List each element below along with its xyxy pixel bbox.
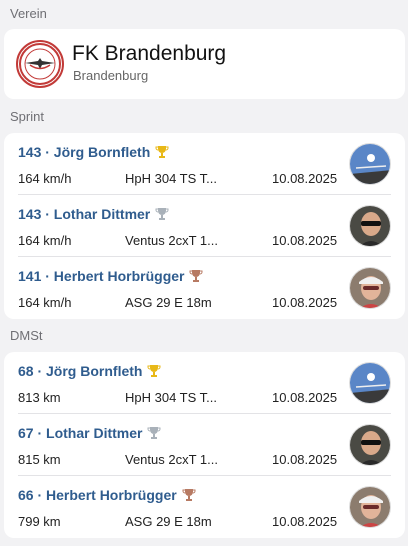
sprint-row-3[interactable]: 141 · Herbert Horbrügger 164 km/h ASG 29… <box>4 257 405 319</box>
avatar <box>349 205 391 247</box>
entry-name: 143 · Jörg Bornfleth <box>18 144 151 160</box>
dmst-row-2[interactable]: 67 · Lothar Dittmer 815 km Ventus 2cxT 1… <box>4 414 405 476</box>
entry-glider: HpH 304 TS T... <box>125 390 218 405</box>
entry-name: 67 · Lothar Dittmer <box>18 425 143 441</box>
entry-date: 10.08.2025 <box>272 514 338 529</box>
entry-name-wrap: 141 · Herbert Horbrügger <box>18 268 203 284</box>
section-label-club: Verein <box>10 6 47 21</box>
entry-name-wrap: 143 · Lothar Dittmer <box>18 206 169 222</box>
entry-value: 813 km <box>18 390 61 405</box>
entry-name: 66 · Herbert Horbrügger <box>18 487 177 503</box>
sprint-row-1[interactable]: 143 · Jörg Bornfleth 164 km/h HpH 304 TS… <box>4 133 405 195</box>
avatar <box>349 486 391 528</box>
club-logo-icon <box>16 40 64 88</box>
section-label-dmst: DMSt <box>10 328 43 343</box>
entry-glider: Ventus 2cxT 1... <box>125 452 218 467</box>
entry-glider: HpH 304 TS T... <box>125 171 218 186</box>
trophy-silver-icon <box>155 208 169 220</box>
avatar <box>349 143 391 185</box>
entry-date: 10.08.2025 <box>272 452 338 467</box>
sprint-row-2[interactable]: 143 · Lothar Dittmer 164 km/h Ventus 2cx… <box>4 195 405 257</box>
entry-name-wrap: 143 · Jörg Bornfleth <box>18 144 169 160</box>
sprint-card: 143 · Jörg Bornfleth 164 km/h HpH 304 TS… <box>4 133 405 319</box>
entry-date: 10.08.2025 <box>272 295 338 310</box>
trophy-gold-icon <box>147 365 161 377</box>
club-name: FK Brandenburg <box>72 42 227 65</box>
entry-value: 815 km <box>18 452 61 467</box>
entry-name-wrap: 68 · Jörg Bornfleth <box>18 363 161 379</box>
entry-glider: ASG 29 E 18m <box>125 295 212 310</box>
entry-value: 799 km <box>18 514 61 529</box>
trophy-bronze-icon <box>189 270 203 282</box>
entry-value: 164 km/h <box>18 171 72 186</box>
entry-name: 143 · Lothar Dittmer <box>18 206 151 222</box>
dmst-card: 68 · Jörg Bornfleth 813 km HpH 304 TS T.… <box>4 352 405 538</box>
entry-name-wrap: 66 · Herbert Horbrügger <box>18 487 196 503</box>
avatar <box>349 424 391 466</box>
entry-date: 10.08.2025 <box>272 390 338 405</box>
section-label-sprint: Sprint <box>10 109 44 124</box>
club-city: Brandenburg <box>73 68 149 83</box>
avatar <box>349 267 391 309</box>
avatar <box>349 362 391 404</box>
trophy-bronze-icon <box>182 489 196 501</box>
entry-glider: Ventus 2cxT 1... <box>125 233 218 248</box>
entry-value: 164 km/h <box>18 233 72 248</box>
entry-value: 164 km/h <box>18 295 72 310</box>
trophy-silver-icon <box>147 427 161 439</box>
entry-glider: ASG 29 E 18m <box>125 514 212 529</box>
trophy-gold-icon <box>155 146 169 158</box>
entry-date: 10.08.2025 <box>272 171 338 186</box>
dmst-row-3[interactable]: 66 · Herbert Horbrügger 799 km ASG 29 E … <box>4 476 405 538</box>
entry-name-wrap: 67 · Lothar Dittmer <box>18 425 161 441</box>
dmst-row-1[interactable]: 68 · Jörg Bornfleth 813 km HpH 304 TS T.… <box>4 352 405 414</box>
entry-name: 141 · Herbert Horbrügger <box>18 268 185 284</box>
entry-name: 68 · Jörg Bornfleth <box>18 363 143 379</box>
club-card[interactable]: FK Brandenburg Brandenburg <box>4 29 405 99</box>
entry-date: 10.08.2025 <box>272 233 338 248</box>
